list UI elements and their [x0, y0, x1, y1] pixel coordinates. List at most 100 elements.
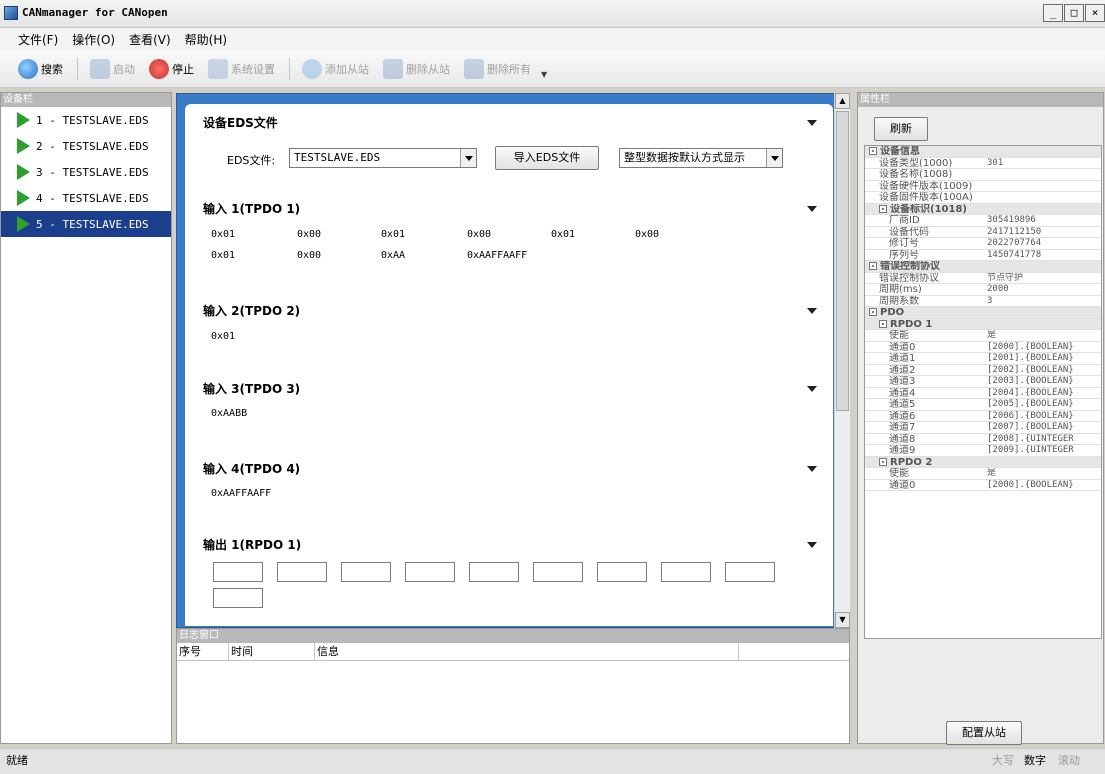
display-mode-select[interactable]: 整型数据按默认方式显示 — [619, 148, 783, 168]
menu-help[interactable]: 帮助(H) — [185, 31, 227, 48]
property-row[interactable]: 通道7 [2007].{BOOLEAN} — [865, 422, 1101, 434]
property-row[interactable]: 通道0 [2000].{BOOLEAN} — [865, 342, 1101, 353]
property-key: 通道5 — [889, 399, 985, 410]
property-value: [2003].{BOOLEAN} — [987, 376, 1074, 386]
configure-slave-button[interactable]: 配置从站 — [946, 721, 1022, 745]
scroll-up-icon[interactable]: ▲ — [835, 93, 850, 109]
minimize-button[interactable]: _ — [1043, 4, 1063, 22]
collapse-toggle-icon[interactable]: - — [869, 147, 877, 155]
property-row[interactable]: 通道3 [2003].{BOOLEAN} — [865, 376, 1101, 388]
rpdo-output-input[interactable] — [405, 562, 455, 582]
property-key: 通道4 — [889, 388, 985, 399]
menu-file[interactable]: 文件(F) — [18, 31, 58, 48]
collapse-arrow-icon[interactable] — [807, 120, 817, 126]
chevron-down-icon[interactable] — [460, 149, 476, 167]
property-row[interactable]: 设备类型(1000) 301 — [865, 158, 1101, 169]
property-category[interactable]: - PDO — [865, 307, 1101, 319]
pdo-value: 0xAABB — [211, 408, 248, 419]
property-row[interactable]: 周期(ms) 2000 — [865, 284, 1101, 296]
toolbar-overflow-icon[interactable]: ▼ — [541, 70, 549, 84]
collapse-toggle-icon[interactable]: - — [869, 308, 877, 316]
property-row[interactable]: 通道4 [2004].{BOOLEAN} — [865, 388, 1101, 399]
rpdo-output-input[interactable] — [597, 562, 647, 582]
property-key-text: 序列号 — [889, 249, 919, 261]
add-slave-button[interactable]: 添加从站 — [302, 58, 369, 79]
stop-button[interactable]: 停止 — [149, 58, 194, 79]
remove-all-button[interactable]: 删除所有 — [464, 58, 531, 79]
device-item-selected[interactable]: 5 - TESTSLAVE.EDS — [1, 211, 171, 237]
pdo-value: 0x01 — [211, 229, 236, 240]
search-button[interactable]: 搜索 — [18, 58, 63, 79]
property-grid[interactable]: - 设备信息 设备类型(1000) 301 设备名称(1008) 设备硬件版本(1009)… — [864, 145, 1102, 639]
property-row[interactable]: 通道6 [2006].{BOOLEAN} — [865, 411, 1101, 422]
rpdo-output-input[interactable] — [277, 562, 327, 582]
collapse-toggle-icon[interactable]: - — [879, 457, 887, 466]
property-row[interactable]: 设备代码 2417112150 — [865, 227, 1101, 238]
rpdo-output-input[interactable] — [725, 562, 775, 582]
window-controls: _ □ × — [1042, 4, 1105, 22]
collapse-arrow-icon[interactable] — [807, 466, 817, 472]
property-row[interactable]: 使能 是 — [865, 468, 1101, 480]
close-button[interactable]: × — [1085, 4, 1105, 22]
remove-slave-button[interactable]: 删除从站 — [383, 58, 450, 79]
menu-view[interactable]: 查看(V) — [129, 31, 171, 48]
property-row[interactable]: 设备硬件版本(1009) — [865, 181, 1101, 192]
chevron-down-icon[interactable] — [766, 149, 782, 167]
log-col-index[interactable]: 序号 — [177, 643, 229, 660]
eds-file-select[interactable]: TESTSLAVE.EDS — [289, 148, 477, 168]
property-row[interactable]: 通道2 [2002].{BOOLEAN} — [865, 365, 1101, 376]
log-col-info[interactable]: 信息 — [315, 643, 739, 660]
property-row[interactable]: 通道9 [2009].{UINTEGER — [865, 445, 1101, 457]
start-button[interactable]: 启动 — [90, 58, 135, 79]
property-value: [2009].{UINTEGER — [987, 445, 1074, 455]
num-indicator: 数字 — [1024, 754, 1046, 767]
rpdo-output-input[interactable] — [341, 562, 391, 582]
property-row[interactable]: 厂商ID 305419896 — [865, 215, 1101, 227]
device-item[interactable]: 3 - TESTSLAVE.EDS — [1, 159, 171, 185]
rpdo-output-input[interactable] — [533, 562, 583, 582]
rpdo-output-input[interactable] — [213, 588, 263, 608]
property-row[interactable]: 设备名称(1008) — [865, 169, 1101, 181]
property-row[interactable]: 通道8 [2008].{UINTEGER — [865, 433, 1101, 445]
property-key-text: 通道8 — [889, 433, 916, 445]
rpdo-output-input[interactable] — [213, 562, 263, 582]
device-item[interactable]: 4 - TESTSLAVE.EDS — [1, 185, 171, 211]
property-row[interactable]: 错误控制协议 节点守护 — [865, 273, 1101, 284]
collapse-toggle-icon[interactable]: - — [879, 319, 887, 328]
rpdo-output-input[interactable] — [661, 562, 711, 582]
collapse-arrow-icon[interactable] — [807, 308, 817, 314]
property-row[interactable]: 使能 是 — [865, 330, 1101, 342]
property-key: - 设备标识(1018) — [879, 204, 1099, 215]
refresh-button[interactable]: 刷新 — [874, 117, 928, 141]
device-item[interactable]: 2 - TESTSLAVE.EDS — [1, 133, 171, 159]
system-settings-button[interactable]: 系统设置 — [208, 58, 275, 79]
import-eds-button[interactable]: 导入EDS文件 — [495, 146, 599, 170]
property-key-text: 通道4 — [889, 387, 916, 399]
rpdo-output-input[interactable] — [469, 562, 519, 582]
collapse-toggle-icon[interactable]: - — [869, 262, 877, 270]
property-row[interactable]: 通道0 [2000].{BOOLEAN} — [865, 480, 1101, 491]
property-row[interactable]: 周期系数 3 — [865, 296, 1101, 307]
log-col-time[interactable]: 时间 — [229, 643, 315, 660]
scroll-thumb[interactable] — [836, 111, 849, 411]
property-category[interactable]: - RPDO 1 — [865, 318, 1101, 330]
property-row[interactable]: 修订号 2022707764 — [865, 238, 1101, 250]
eds-section-title: 设备EDS文件 — [203, 116, 278, 130]
property-row[interactable]: 设备固件版本(100A) — [865, 192, 1101, 204]
property-category[interactable]: - RPDO 2 — [865, 456, 1101, 468]
property-category[interactable]: - 错误控制协议 — [865, 261, 1101, 273]
collapse-arrow-icon[interactable] — [807, 542, 817, 548]
property-category[interactable]: - 设备信息 — [865, 146, 1101, 158]
property-category[interactable]: - 设备标识(1018) — [865, 203, 1101, 215]
property-row[interactable]: 通道1 [2001].{BOOLEAN} — [865, 353, 1101, 365]
device-view-scrollbar[interactable]: ▲ ▼ — [834, 93, 850, 628]
property-row[interactable]: 通道5 [2005].{BOOLEAN} — [865, 399, 1101, 411]
collapse-toggle-icon[interactable]: - — [879, 204, 887, 213]
collapse-arrow-icon[interactable] — [807, 206, 817, 212]
menu-operate[interactable]: 操作(O) — [72, 31, 115, 48]
property-row[interactable]: 序列号 1450741778 — [865, 249, 1101, 261]
scroll-down-icon[interactable]: ▼ — [835, 612, 850, 628]
maximize-button[interactable]: □ — [1064, 4, 1084, 22]
device-item[interactable]: 1 - TESTSLAVE.EDS — [1, 107, 171, 133]
collapse-arrow-icon[interactable] — [807, 386, 817, 392]
